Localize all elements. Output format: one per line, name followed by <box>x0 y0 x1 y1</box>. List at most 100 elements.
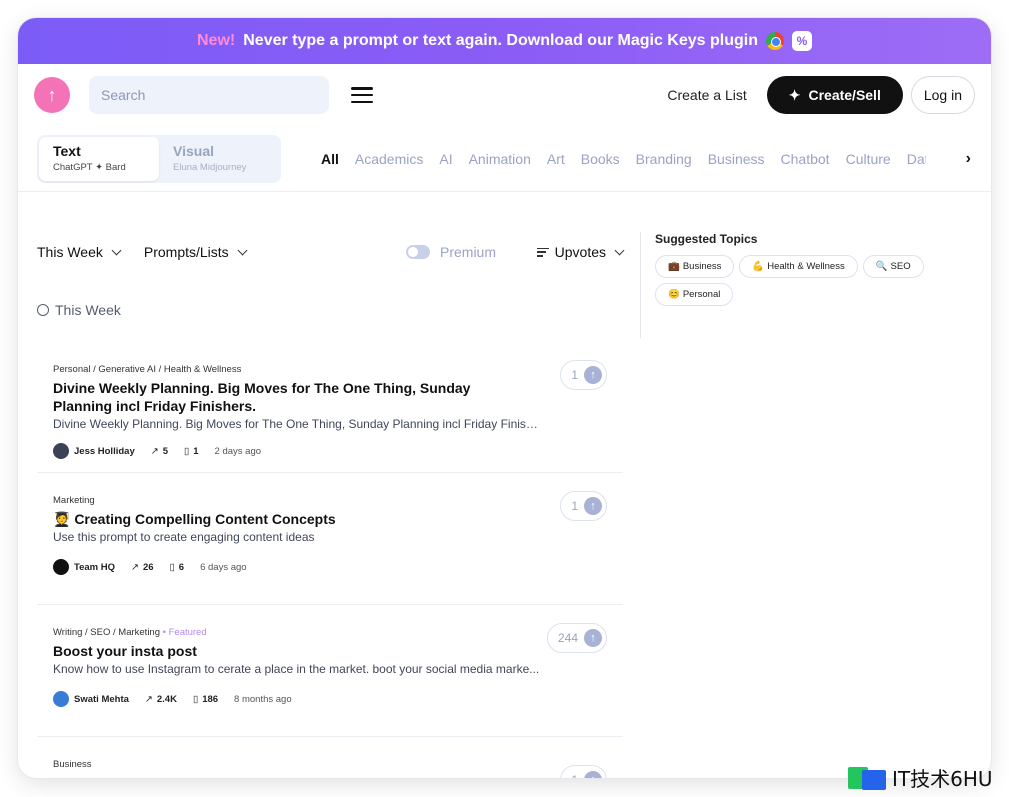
chevron-down-icon <box>237 245 248 255</box>
mode-title: Text <box>53 142 81 159</box>
category-tab[interactable]: Art <box>547 151 565 167</box>
bookmark-icon: ▯ <box>184 445 190 457</box>
post-meta: Jess Holliday ↗ 5 ▯ 1 2 days ago <box>53 443 607 459</box>
post-date: 6 days ago <box>200 561 247 573</box>
post-author[interactable]: Swati Mehta <box>74 694 129 705</box>
arrow-up-icon: ↑ <box>584 629 602 647</box>
post-categories: Business <box>53 759 92 770</box>
vote-count: 1 <box>571 368 578 382</box>
upvote-button[interactable]: 1 ↑ <box>560 360 607 390</box>
upvote-button[interactable]: 244 ↑ <box>546 623 607 653</box>
premium-toggle[interactable]: Premium <box>406 244 496 260</box>
sparkle-icon: ✦ <box>788 86 801 103</box>
topic-chip-seo[interactable]: 🔍 SEO <box>862 255 924 278</box>
upvote-button[interactable]: 1 ↑ <box>560 765 607 778</box>
magnifier-icon: 🔍 <box>875 261 888 272</box>
chevron-right-icon[interactable]: › <box>966 150 971 168</box>
post-card[interactable]: Personal / Generative AI / Health & Well… <box>37 342 623 473</box>
post-title[interactable]: Boost your insta post <box>53 642 533 660</box>
post-title[interactable]: 🧑‍🎓 Creating Compelling Content Concepts <box>53 510 533 528</box>
search-input[interactable] <box>89 76 329 114</box>
flame-icon <box>37 304 49 316</box>
views-stat: ↗ 26 <box>131 561 154 573</box>
category-tab-all[interactable]: All <box>321 151 339 167</box>
column-divider <box>640 232 641 338</box>
promo-banner[interactable]: New! Never type a prompt or text again. … <box>18 18 991 64</box>
vote-count: 1 <box>571 499 578 513</box>
category-tab[interactable]: AI <box>439 151 452 167</box>
muscle-icon: 💪 <box>752 261 765 272</box>
mode-subtitle: Eluna Midjourney <box>173 161 247 173</box>
saves-stat: ▯ 6 <box>169 561 185 573</box>
category-tab[interactable]: Branding <box>636 151 692 167</box>
sort-icon <box>536 247 549 257</box>
filter-bar: This Week Prompts/Lists Premium Upvotes <box>37 244 625 260</box>
toggle-switch-icon[interactable] <box>406 245 430 259</box>
create-sell-label: Create/Sell <box>808 87 881 103</box>
vote-count: 1 <box>571 773 578 778</box>
avatar[interactable] <box>53 443 69 459</box>
mode-subtitle: ChatGPT ✦ Bard <box>53 161 126 173</box>
category-tab[interactable]: Academics <box>355 151 423 167</box>
saves-stat: ▯ 186 <box>192 693 219 705</box>
post-card[interactable]: Writing / SEO / Marketing • Featured Boo… <box>37 605 623 737</box>
views-stat: ↗ 5 <box>150 445 168 457</box>
arrow-up-icon: ↑ <box>584 497 602 515</box>
category-tab[interactable]: Books <box>581 151 620 167</box>
watermark: IT技术6HU <box>848 763 993 792</box>
create-sell-button[interactable]: ✦ Create/Sell <box>766 76 903 114</box>
post-date: 8 months ago <box>234 693 292 705</box>
post-meta: Team HQ ↗ 26 ▯ 6 6 days ago <box>53 559 607 575</box>
category-tab[interactable]: Culture <box>846 151 891 167</box>
mode-title: Visual <box>173 142 214 159</box>
upvote-button[interactable]: 1 ↑ <box>560 491 607 521</box>
smile-icon: 😊 <box>668 289 680 300</box>
post-card[interactable]: Marketing 🧑‍🎓 Creating Compelling Conten… <box>37 473 623 605</box>
plugin-icon: % <box>791 31 812 51</box>
logo-icon[interactable]: ↑ <box>34 77 70 113</box>
featured-badge: • Featured <box>162 627 207 638</box>
suggested-topics-panel: Suggested Topics 💼 Business 💪 Health & Wel… <box>655 232 955 306</box>
category-row: Text ChatGPT ✦ Bard Visual Eluna Midjour… <box>18 126 991 192</box>
post-author[interactable]: Team HQ <box>74 562 115 573</box>
post-meta: Swati Mehta ↗ 2.4K ▯ 186 8 months ago <box>53 691 607 707</box>
mode-text-tab[interactable]: Text ChatGPT ✦ Bard <box>39 136 159 181</box>
arrow-up-right-icon: ↗ <box>150 445 159 457</box>
topic-chip-health-wellness[interactable]: 💪 Health & Wellness <box>739 255 858 278</box>
category-tab[interactable]: Animation <box>469 151 531 167</box>
time-filter-label: This Week <box>37 244 103 260</box>
vote-count: 244 <box>557 631 578 645</box>
avatar[interactable] <box>53 559 69 575</box>
hamburger-menu-icon[interactable] <box>351 87 373 103</box>
type-filter-label: Prompts/Lists <box>143 244 229 260</box>
post-title[interactable]: Divine Weekly Planning. Big Moves for Th… <box>53 379 533 415</box>
bookmark-icon: ▯ <box>192 693 199 705</box>
category-tab[interactable]: Data <box>907 151 926 167</box>
briefcase-icon: 💼 <box>668 261 680 272</box>
category-tab[interactable]: Business <box>708 151 765 167</box>
create-list-link[interactable]: Create a List <box>667 87 746 103</box>
watermark-logo-icon <box>848 764 886 792</box>
post-categories: Writing / SEO / Marketing • Featured <box>53 627 207 638</box>
topic-chip-business[interactable]: 💼 Business <box>655 255 735 278</box>
views-stat: ↗ 2.4K <box>144 693 177 705</box>
post-description: Use this prompt to create engaging conte… <box>53 530 315 544</box>
banner-text: Never type a prompt or text again. Downl… <box>243 32 758 49</box>
post-card[interactable]: Business 1 ↑ <box>37 737 623 778</box>
top-navbar: ↑ Create a List ✦ Create/Sell Log in <box>18 64 991 126</box>
avatar[interactable] <box>53 691 69 707</box>
topic-chip-personal[interactable]: 😊 Personal <box>655 283 734 306</box>
mode-visual-tab[interactable]: Visual Eluna Midjourney <box>159 137 279 181</box>
post-date: 2 days ago <box>214 445 262 457</box>
sort-dropdown[interactable]: Upvotes <box>536 244 625 260</box>
category-tabs: All Academics AI Animation Art Books Bra… <box>321 151 926 167</box>
type-filter-dropdown[interactable]: Prompts/Lists <box>143 244 248 260</box>
post-categories: Marketing <box>53 495 95 506</box>
category-tab[interactable]: Chatbot <box>781 151 830 167</box>
time-filter-dropdown[interactable]: This Week <box>37 244 122 260</box>
arrow-up-right-icon: ↗ <box>144 693 153 705</box>
post-author[interactable]: Jess Holliday <box>74 446 135 457</box>
login-button[interactable]: Log in <box>910 76 975 114</box>
banner-new-label: New! <box>197 32 236 49</box>
chevron-down-icon <box>614 245 625 255</box>
